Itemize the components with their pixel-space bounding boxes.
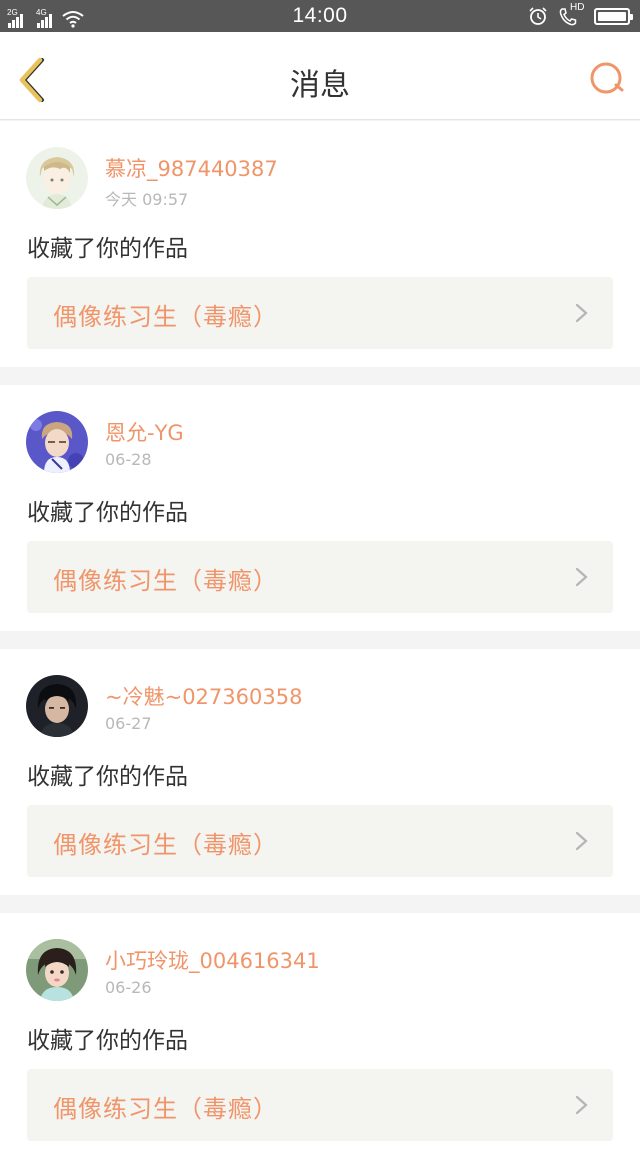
user-avatar[interactable] [26,147,88,209]
work-title: 偶像练习生（毒瘾） [53,303,278,331]
chevron-right-icon [575,567,588,587]
message-action: 收藏了你的作品 [27,500,188,526]
work-title: 偶像练习生（毒瘾） [53,567,278,595]
user-avatar[interactable] [26,411,88,473]
message-card: ~冷魅~027360358 06-27 收藏了你的作品 偶像练习生（毒瘾） [0,649,640,895]
message-action: 收藏了你的作品 [27,236,188,262]
message-action: 收藏了你的作品 [27,764,188,790]
status-right: HD [528,2,633,27]
work-title: 偶像练习生（毒瘾） [53,1095,278,1123]
chevron-right-icon [575,1095,588,1115]
nav-bar: 消息 [0,32,640,120]
page-title: 消息 [290,68,350,103]
chevron-right-icon [575,303,588,323]
message-card: 慕凉_987440387 今天 09:57 收藏了你的作品 偶像练习生（毒瘾） [0,121,640,367]
work-link[interactable]: 偶像练习生（毒瘾） [27,1069,613,1141]
message-action: 收藏了你的作品 [27,1028,188,1054]
username[interactable]: 恩允-YG [105,417,184,447]
user-avatar[interactable] [26,939,88,1001]
status-bar: 2G 4G 14:00 HD [0,0,640,32]
work-link[interactable]: 偶像练习生（毒瘾） [27,277,613,349]
user-avatar[interactable] [26,675,88,737]
username[interactable]: 慕凉_987440387 [105,153,278,183]
message-card: 小巧玲珑_004616341 06-26 收藏了你的作品 偶像练习生（毒瘾） [0,913,640,1159]
message-card: 恩允-YG 06-28 收藏了你的作品 偶像练习生（毒瘾） [0,385,640,631]
username[interactable]: 小巧玲珑_004616341 [105,945,320,975]
work-link[interactable]: 偶像练习生（毒瘾） [27,541,613,613]
hd-call-icon: HD [558,2,585,27]
search-icon[interactable] [588,60,626,98]
work-title: 偶像练习生（毒瘾） [53,831,278,859]
message-time: 今天 09:57 [105,190,189,209]
message-time: 06-26 [105,978,152,997]
chevron-right-icon [575,831,588,851]
hd-label: HD [570,2,585,13]
message-time: 06-28 [105,450,152,469]
work-link[interactable]: 偶像练习生（毒瘾） [27,805,613,877]
battery-icon [594,7,633,25]
message-time: 06-27 [105,714,152,733]
alarm-icon [529,7,547,25]
username[interactable]: ~冷魅~027360358 [105,681,302,711]
